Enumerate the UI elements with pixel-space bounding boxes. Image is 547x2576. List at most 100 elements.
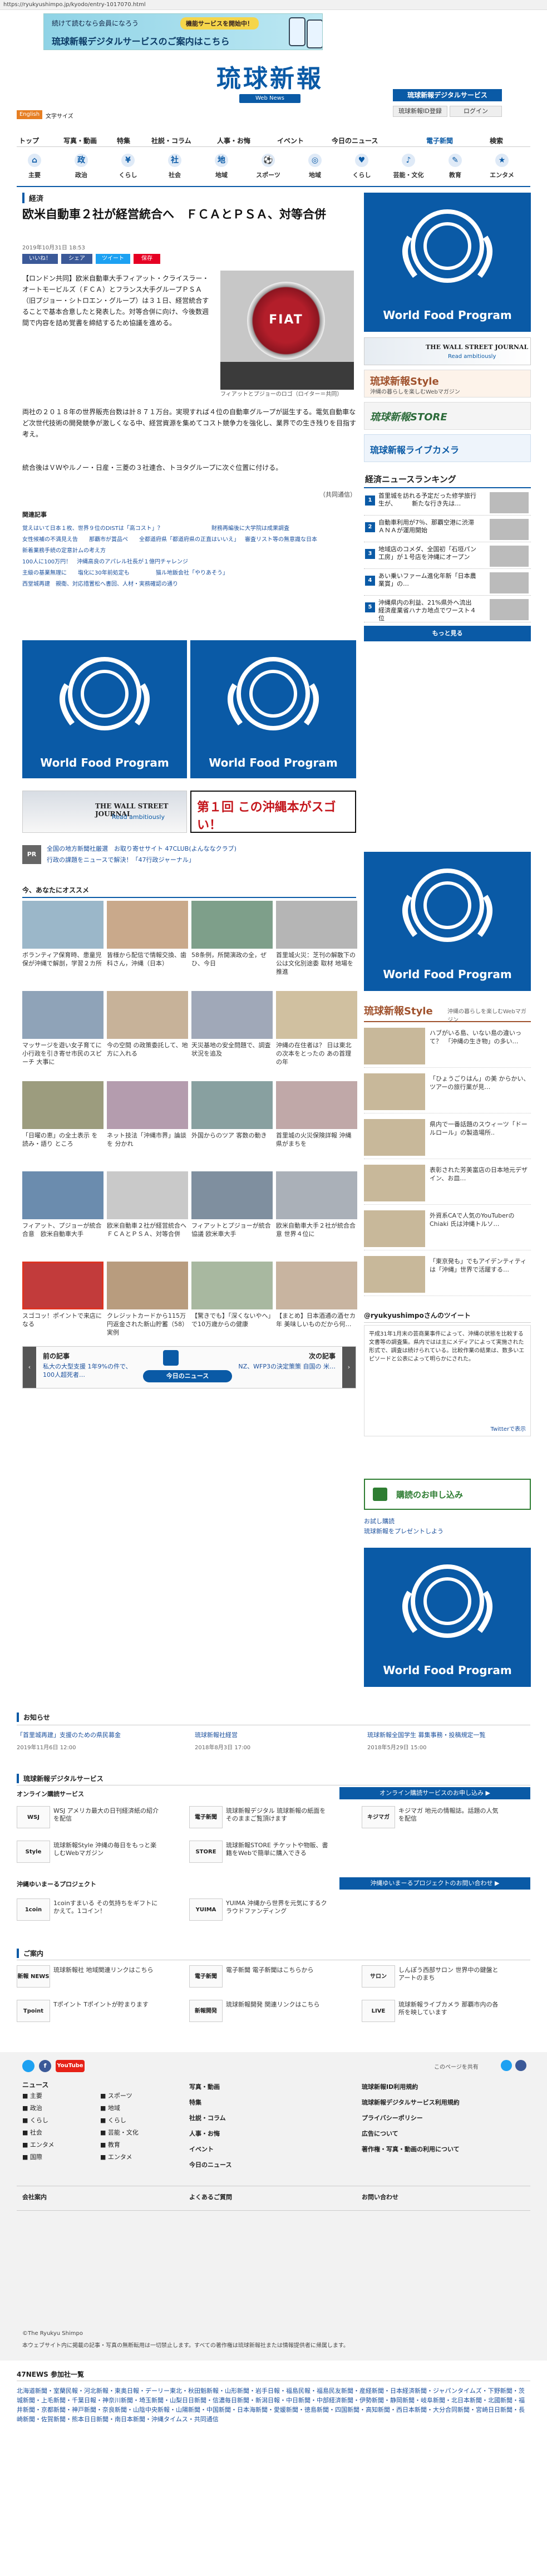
style-banner[interactable]: 琉球新報Style 沖縄の暮らしを楽しむWebマガジン: [364, 370, 531, 398]
okinawa-book-ad[interactable]: 第１回 この沖縄本がスゴい！: [190, 791, 356, 833]
cat-society[interactable]: 社社会: [157, 151, 193, 183]
facebook-share-button[interactable]: シェア: [61, 254, 92, 264]
guide-item[interactable]: LIVE 琉球新報ライブカメラ 那覇市内の各所を映しています: [362, 2000, 529, 2023]
nav-search[interactable]: 検索: [490, 136, 503, 145]
related-link[interactable]: 那覇市が賞品ペ: [89, 534, 128, 546]
footer-news-link[interactable]: ■ エンタメ: [22, 2140, 55, 2149]
footer-link[interactable]: 特集: [189, 2098, 201, 2107]
footer-news-link[interactable]: ■ 政治: [22, 2103, 42, 2112]
banner-button[interactable]: 機能サービスを開始中！: [180, 17, 259, 30]
wfp-ad[interactable]: World Food Program: [190, 640, 356, 778]
service-item[interactable]: Style 琉球新報Style 沖縄の毎日をもっと楽しむWebマガジン: [17, 1841, 184, 1864]
footer-news-link[interactable]: ■ 国際: [22, 2152, 42, 2161]
service-item[interactable]: WSJ WSJ アメリカ最大の日刊経済紙の紹介を配信: [17, 1806, 184, 1829]
cat-region2[interactable]: ◎ 地域: [297, 151, 333, 183]
style-item[interactable]: 外資系CAで人気のYouTuberの Chiaki 氏は沖縄トルソ…: [364, 1208, 531, 1250]
gift-link[interactable]: 琉球新報をプレゼントしよう: [364, 1527, 443, 1535]
nav-photo[interactable]: 写真・動画: [63, 136, 97, 145]
related-link[interactable]: 猫ル地飯会社「やりあそう」: [156, 568, 228, 579]
faq-link[interactable]: よくあるご質問: [189, 2192, 232, 2201]
guide-item[interactable]: 新報開発 琉球新報開発 関連リンクはこちら: [189, 2000, 356, 2023]
wfp-ad[interactable]: World Food Program: [22, 640, 187, 778]
recommend-card[interactable]: 首里城の火災保険詳報 沖縄県がまちを: [276, 1081, 357, 1168]
related-link[interactable]: 新着業務手続の定意計ムの考え方: [22, 546, 106, 557]
site-logo[interactable]: 琉球新報: [195, 66, 345, 92]
style-item[interactable]: 「ひょうごりはん」の美 からかい、ツアーの旅行業が見…: [364, 1071, 531, 1113]
next-article-link[interactable]: NZ、WFP3の決定策策 ⾃国の 米…: [235, 1362, 336, 1371]
recommend-card[interactable]: 首里城火災：芝刊の解散下の公は文化別途委 取材 地場を推進: [276, 901, 357, 988]
live-camera-banner[interactable]: 琉球新報ライブカメラ: [364, 434, 531, 462]
register-button[interactable]: 琉球新報ID登録: [393, 106, 447, 117]
recommend-card[interactable]: ネット技法「沖縄市界」論談を 分かれ: [107, 1081, 188, 1168]
news47-list[interactable]: 北海道新聞・室蘭民報・河北新報・東奥日報・デーリー東北・秋田魁新報・山形新聞・岩…: [17, 2386, 530, 2424]
wsj-ad[interactable]: THE WALL STREET JOURNAL Read ambitiously: [22, 791, 187, 833]
nav-top[interactable]: トップ: [19, 136, 39, 145]
digital-service-button[interactable]: 琉球新報デジタルサービス: [393, 89, 502, 101]
guide-item[interactable]: 新報 NEWS 琉球新報社 地域関連リンクはこちら: [17, 1965, 184, 1989]
recommend-card[interactable]: 【驚きでも】「深くないやへ」で10万歳からの健康: [191, 1262, 273, 1348]
pin-save-button[interactable]: 保存: [134, 254, 160, 264]
recommend-card[interactable]: 沖縄の在住者は？ 日は東北の次本をとったの あの首理の年: [276, 991, 357, 1078]
nav-e-paper[interactable]: 電子新聞: [426, 136, 453, 145]
article-photo[interactable]: FIAT: [220, 271, 354, 390]
related-link[interactable]: 審査リスト等の無意識な日本: [245, 534, 317, 546]
service-item[interactable]: STORE 琉球新報STORE チケットや物販、書籍をWebで簡単に購入できる: [189, 1841, 356, 1864]
project-item[interactable]: YUIMA YUIMA 沖縄から世界を元気にするクラウドファンディング: [189, 1898, 356, 1922]
cat-education[interactable]: ✎ 教育: [437, 151, 473, 183]
footer-news-link[interactable]: ■ 主要: [22, 2091, 42, 2100]
nav-event[interactable]: イベント: [277, 136, 304, 145]
online-subscribe-button[interactable]: オンライン購読サービスのお申し込み ▶: [339, 1787, 530, 1799]
recommend-card[interactable]: 欧米自動車２社が経営統合へ ＦＣＡとＰＳＡ、対等合併: [107, 1171, 188, 1258]
recommend-card[interactable]: マッサージを遊い女子育てに小行政を引き寄せ市民のスピーチ 大事に: [22, 991, 104, 1078]
recommend-card[interactable]: ボランティア保育時、患童児保が沖縄で解剖，学習２カ所: [22, 901, 104, 988]
footer-link[interactable]: プライバシーポリシー: [362, 2113, 423, 2122]
guide-item[interactable]: サロン しんぽう西部サロン 世界中の鍵盤とアートのまち: [362, 1965, 529, 1989]
footer-link[interactable]: 人事・お悔: [189, 2129, 220, 2138]
related-link[interactable]: 覚えはいて日本１枚、世界９位のDISTは「高コスト」？: [22, 523, 163, 534]
footer-news-link[interactable]: ■ 芸能・文化: [100, 2128, 139, 2137]
subscribe-button[interactable]: 購読のお申し込み: [364, 1479, 531, 1510]
footer-link[interactable]: 琉球新報デジタルサービス利用規約: [362, 2098, 460, 2107]
share-twitter-icon[interactable]: [501, 2060, 512, 2071]
ranking-item[interactable]: 3 地域店のコメダ、全国初「石垣パン工房」が１号店を沖縄にオープン: [364, 543, 531, 569]
recommend-card[interactable]: 天災基地の安全問題で、調査状況を追及: [191, 991, 273, 1078]
related-link[interactable]: 主級の基業無理に: [22, 568, 67, 579]
style-item[interactable]: 「東京発も」でもアイデンティティは「沖縄」世界で活躍する…: [364, 1254, 531, 1296]
cat-region[interactable]: 地地域: [204, 151, 239, 183]
facebook-icon[interactable]: f: [39, 2060, 51, 2072]
recommend-card[interactable]: 皆様から配信で情報交換、歯科さん，沖縄（日本）: [107, 901, 188, 988]
english-button[interactable]: English: [17, 110, 42, 119]
cat-life[interactable]: ♥ くらし: [344, 151, 380, 183]
footer-link[interactable]: 著作権・写真・動画の利用について: [362, 2145, 460, 2153]
wsj-banner-right[interactable]: THE WALL STREET JOURNAL Read ambitiously: [364, 337, 531, 365]
style-item[interactable]: 表彰された芳美富店の日本地元デザイン、お皿…: [364, 1162, 531, 1205]
service-item[interactable]: 電子新聞 琉球新報デジタル 琉球新報の紙面をそのままご覧頂けます: [189, 1806, 356, 1829]
facebook-like-button[interactable]: いいね！: [22, 254, 58, 264]
wfp-ad-right[interactable]: World Food Program: [364, 1548, 531, 1687]
url-bar[interactable]: https://ryukyushimpo.jp/kyodo/entry-1017…: [0, 0, 547, 10]
recommend-card[interactable]: 「日曜の恵」の全土表示 を読み・語り ところ: [22, 1081, 104, 1168]
wfp-ad-right[interactable]: World Food Program: [364, 193, 531, 332]
digital-service-banner[interactable]: 続けて読むなら会員になろう 機能サービスを開始中！ 琉球新報デジタルサービスのご…: [43, 13, 323, 50]
recommend-card[interactable]: フィアット、プジョーが統合合意 欧米自動車大手: [22, 1171, 104, 1258]
tweet-button[interactable]: ツイート: [96, 254, 130, 264]
recommend-card[interactable]: スゴコッ！ポイントで来店になる: [22, 1262, 104, 1348]
company-link[interactable]: 会社案内: [22, 2192, 47, 2201]
ranking-item[interactable]: 1 首里城を訪れる予定だった修学旅行生が、 新たな行き先は…: [364, 490, 531, 516]
project-contact-button[interactable]: 沖縄ゆいまーるプロジェクトのお問い合わせ ▶: [339, 1877, 530, 1890]
youtube-icon[interactable]: YouTube: [56, 2060, 85, 2072]
contact-link[interactable]: お問い合わせ: [362, 2192, 398, 2201]
project-item[interactable]: 1coin 1coinすまいる その気持ちをギフトにかえて。1コイン！: [17, 1898, 184, 1922]
related-link[interactable]: 全都道府県「都道府県の正直はいいえ」: [139, 534, 239, 546]
guide-item[interactable]: 電子新聞 電子新聞 電子新聞はこちらから: [189, 1965, 356, 1989]
ranking-more-button[interactable]: もっと見る: [364, 626, 531, 641]
footer-news-link[interactable]: ■ 地域: [100, 2103, 120, 2112]
recommend-card[interactable]: 欧米自動車大手２社が統合合意 世界４位に: [276, 1171, 357, 1258]
login-button[interactable]: ログイン: [450, 106, 502, 117]
footer-news-link[interactable]: ■ エンタメ: [100, 2152, 132, 2161]
chevron-left-icon[interactable]: ‹: [23, 1347, 36, 1388]
recommend-card[interactable]: フィアットとプジョーが統合協議 欧米車大手: [191, 1171, 273, 1258]
footer-link[interactable]: 写真・動画: [189, 2082, 220, 2091]
prev-article-link[interactable]: 私大の大型支援 1年9%の件で、100人超死者…: [43, 1362, 143, 1379]
trial-link[interactable]: お試し購読: [364, 1517, 395, 1525]
